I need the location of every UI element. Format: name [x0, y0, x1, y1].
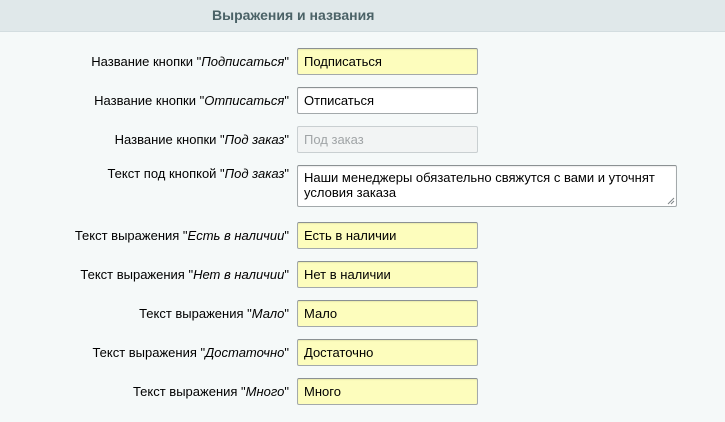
enough-text-input[interactable]: Достаточно — [297, 339, 478, 366]
preorder-button-name-input[interactable]: Под заказ — [297, 126, 478, 153]
resize-grip-icon[interactable] — [667, 197, 675, 205]
field-label: Текст выражения "Нет в наличии" — [80, 267, 289, 282]
field-label: Текст выражения "Достаточно" — [92, 345, 289, 360]
out-of-stock-text-input[interactable]: Нет в наличии — [297, 261, 478, 288]
few-text-input[interactable]: Мало — [297, 300, 478, 327]
section-title: Выражения и названия — [212, 7, 375, 23]
subscribe-button-name-input[interactable]: Подписаться — [297, 48, 478, 75]
field-label: Текст выражения "Много" — [132, 384, 289, 399]
many-text-input[interactable]: Много — [297, 378, 478, 405]
preorder-text-textarea[interactable]: Наши менеджеры обязательно свяжутся с ва… — [297, 165, 677, 207]
field-label: Текст выражения "Мало" — [139, 306, 289, 321]
field-label: Текст под кнопкой "Под заказ" — [107, 166, 289, 181]
textarea-content: Наши менеджеры обязательно свяжутся с ва… — [304, 170, 655, 200]
field-label: Название кнопки "Под заказ" — [114, 132, 289, 147]
field-label: Название кнопки "Отписаться" — [94, 93, 289, 108]
field-label: Текст выражения "Есть в наличии" — [74, 228, 289, 243]
field-label: Название кнопки "Подписаться" — [91, 54, 289, 69]
section-header: Выражения и названия — [0, 0, 725, 32]
unsubscribe-button-name-input[interactable]: Отписаться — [297, 87, 478, 114]
in-stock-text-input[interactable]: Есть в наличии — [297, 222, 478, 249]
